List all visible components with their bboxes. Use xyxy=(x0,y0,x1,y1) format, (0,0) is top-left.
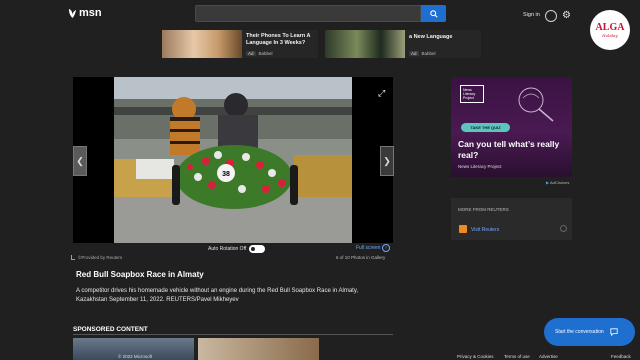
top-ad-card[interactable]: a New Language Ad Babbel xyxy=(325,30,481,58)
footer-copyright: © 2022 Microsoft xyxy=(118,354,153,359)
chat-bubble-icon xyxy=(610,328,618,336)
divider xyxy=(73,334,393,335)
alga-logo-title: ALGA xyxy=(595,21,625,33)
sponsored-heading: SPONSORED CONTENT xyxy=(73,326,148,333)
provided-by-text: ©Provided by Reuters xyxy=(78,255,123,260)
photo-counter: 6 of 10 Photos in Gallery xyxy=(336,255,386,260)
footer-privacy-link[interactable]: Privacy & Cookies xyxy=(457,354,494,359)
autorotation-toggle[interactable] xyxy=(249,245,265,253)
expand-icon[interactable]: ⤢ xyxy=(378,89,385,98)
chevron-left-icon: ❮ xyxy=(76,155,84,166)
top-ad-card[interactable]: Their Phones To Learn A Language In 3 We… xyxy=(162,30,318,58)
more-from-reuters-panel xyxy=(451,198,572,240)
autorotation-label: Auto Rotation Off xyxy=(208,246,247,252)
adchoices-link[interactable]: ▶ AdChoices xyxy=(546,180,569,185)
gear-icon[interactable]: ⚙ xyxy=(562,11,571,21)
footer-terms-link[interactable]: Terms of use xyxy=(504,354,530,359)
fullscreen-link[interactable]: Full screen xyxy=(356,245,380,251)
alga-holiday-logo: ALGA Holiday xyxy=(590,10,630,50)
footer-advertise-link[interactable]: Advertise xyxy=(539,354,558,359)
provided-by: ©Provided by Reuters xyxy=(71,255,122,260)
number-plate: 38 xyxy=(222,171,230,178)
previous-photo-button[interactable]: ❮ xyxy=(73,146,87,176)
start-conversation-button[interactable]: Start the conversation xyxy=(544,318,635,346)
magnifier-illustration-icon xyxy=(518,87,554,122)
ad-thumbnail xyxy=(162,30,242,58)
chevron-right-icon: ❯ xyxy=(383,155,391,166)
fullscreen-circle-icon[interactable]: › xyxy=(382,244,390,252)
ad-headline: Can you tell what’s really real? xyxy=(458,139,560,160)
adchoices-label: AdChoices xyxy=(549,180,570,185)
ad-title-line: a New Language xyxy=(409,34,453,40)
msn-butterfly-icon xyxy=(68,8,77,18)
footer: © 2022 Microsoft Privacy & Cookies Terms… xyxy=(0,352,640,360)
news-literacy-logo: News Literacy Project xyxy=(460,85,484,103)
gallery-photo[interactable]: 38 xyxy=(114,77,352,243)
next-photo-button[interactable]: ❯ xyxy=(380,146,394,176)
adchoices-icon: ▶ xyxy=(546,180,550,185)
msn-logo[interactable]: msn xyxy=(68,7,102,19)
alga-logo-subtitle: Holiday xyxy=(602,32,618,38)
search-icon xyxy=(429,9,438,18)
caption-text: A competitor drives his homemade vehicle… xyxy=(76,288,359,303)
panel-heading: MORE FROM REUTERS xyxy=(458,207,509,212)
take-the-quiz-button[interactable]: TAKE THE QUIZ xyxy=(461,123,510,132)
reuters-icon xyxy=(459,225,467,233)
search-button[interactable] xyxy=(421,5,446,22)
ad-badge: Ad xyxy=(409,51,419,56)
user-icon[interactable] xyxy=(545,10,557,22)
ad-sponsor: Babbel xyxy=(258,51,273,56)
ad-thumbnail xyxy=(325,30,405,58)
msn-logo-text: msn xyxy=(79,7,102,19)
caption-title: Red Bull Soapbox Race in Almaty xyxy=(76,270,204,279)
ad-sponsor: Babbel xyxy=(421,51,436,56)
ad-badge: Ad xyxy=(246,51,256,56)
provider-icon xyxy=(71,255,75,260)
chat-label: Start the conversation xyxy=(555,329,604,335)
panel-more-icon[interactable] xyxy=(560,225,567,232)
ad-title-line: Language In 3 Weeks? xyxy=(246,40,306,46)
footer-feedback-link[interactable]: Feedback xyxy=(611,354,631,359)
soapbox-race-photo: 38 xyxy=(114,77,352,243)
ad-title-line: Their Phones To Learn A xyxy=(246,33,311,39)
visit-reuters-link[interactable]: Visit Reuters xyxy=(471,227,499,233)
sign-in-link[interactable]: Sign in xyxy=(523,12,540,18)
search-input[interactable] xyxy=(195,5,421,22)
ad-sponsor: News Literacy Project xyxy=(458,164,502,169)
